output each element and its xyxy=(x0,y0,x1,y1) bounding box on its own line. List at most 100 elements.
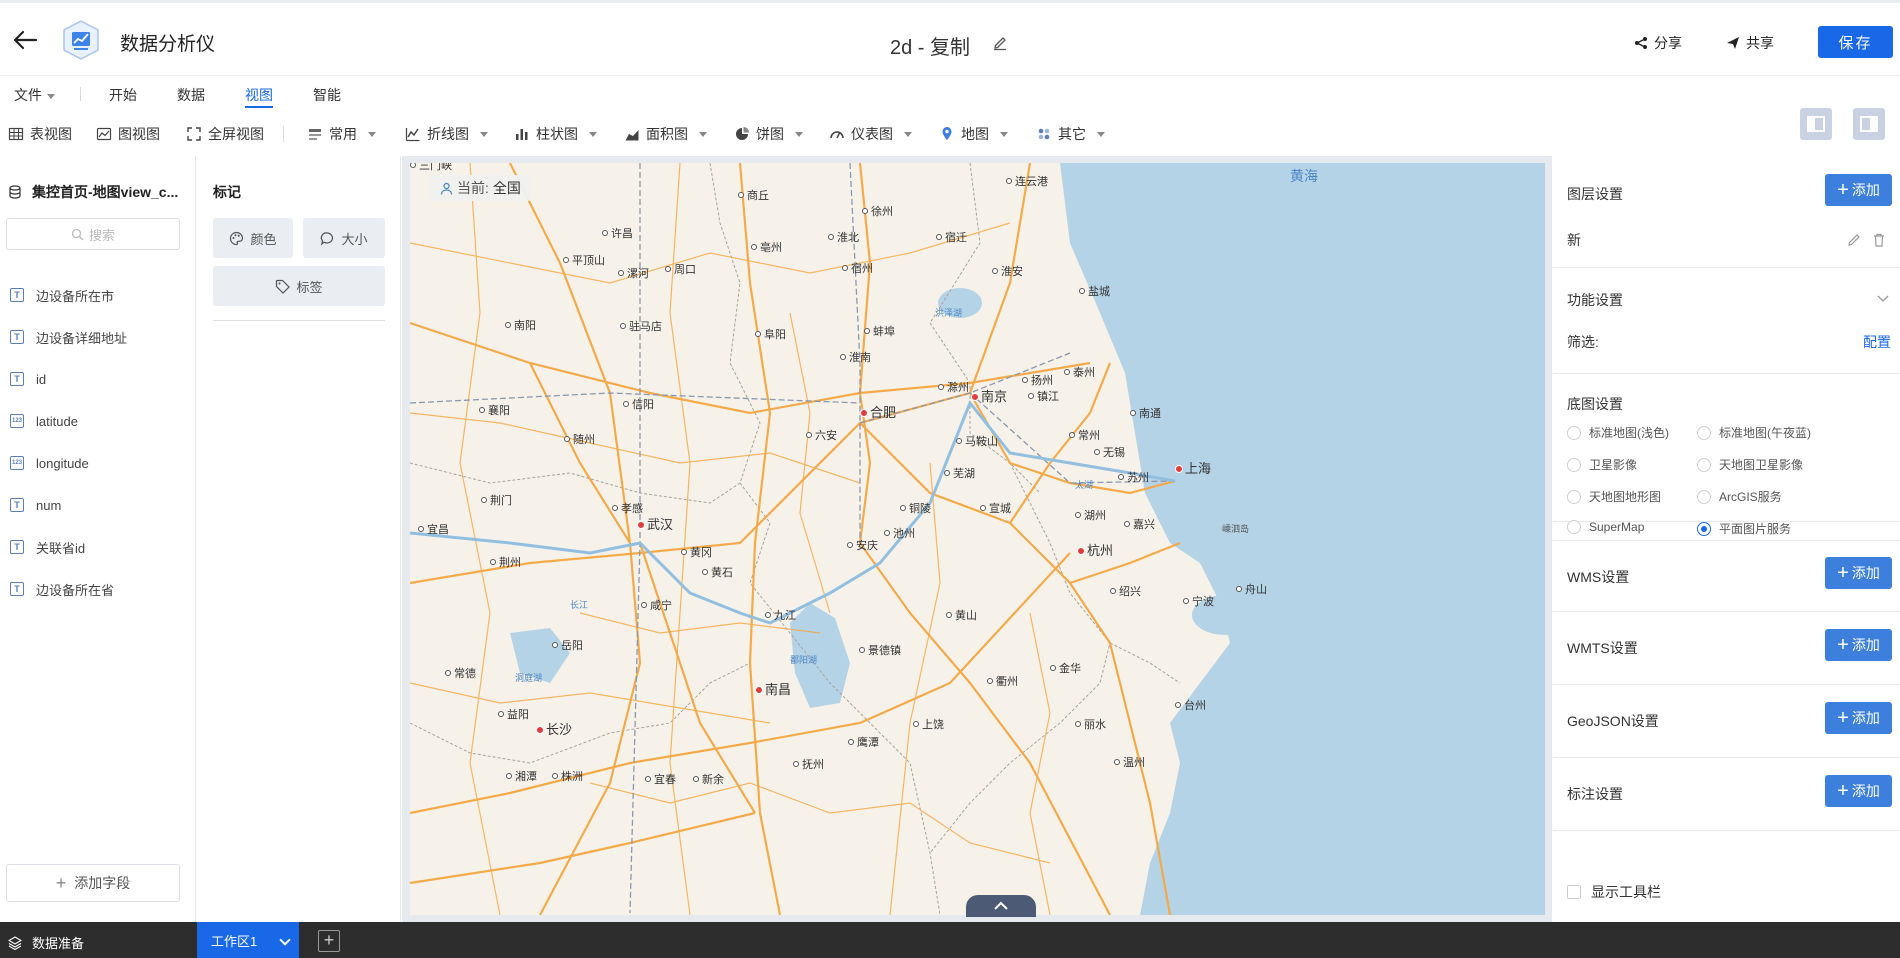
add-wmts-button[interactable]: + 添加 xyxy=(1825,629,1892,661)
add-layer-button[interactable]: + 添加 xyxy=(1825,174,1892,206)
table-icon xyxy=(8,127,24,141)
gauge-chart-label: 仪表图 xyxy=(851,126,893,142)
add-wms-label: 添加 xyxy=(1851,565,1880,581)
basemap-option[interactable]: ArcGIS服务 xyxy=(1697,488,1782,505)
radio-button-checked xyxy=(1697,521,1711,536)
basemap-option[interactable]: SuperMap xyxy=(1567,520,1644,534)
list-item[interactable]: T 边设备所在省 xyxy=(10,568,190,610)
save-button[interactable]: 保存 xyxy=(1818,26,1893,58)
plus-icon: + xyxy=(1837,562,1849,584)
city-marker xyxy=(971,393,979,401)
list-item[interactable]: T 关联省id xyxy=(10,526,190,568)
city-label: 荆州 xyxy=(499,556,521,569)
annotation-settings-title: 标注设置 xyxy=(1567,786,1623,802)
common-chart-icon xyxy=(309,129,321,140)
layout-left-panel-button[interactable] xyxy=(1800,108,1832,140)
speech-bubble-icon xyxy=(321,231,334,246)
layout-right-panel-button[interactable] xyxy=(1853,108,1885,140)
field-search-input[interactable]: 搜索 xyxy=(6,218,180,250)
lake-label-dongting: 洞庭湖 xyxy=(515,672,542,683)
data-prep-tab[interactable]: 数据准备 xyxy=(8,933,84,952)
basemap-option[interactable]: 卫星影像 xyxy=(1567,456,1637,473)
workspace-tab[interactable]: 工作区1 xyxy=(197,922,299,958)
add-workspace-button[interactable]: + xyxy=(318,930,340,952)
edit-title-icon[interactable] xyxy=(992,35,1008,51)
menu-data[interactable]: 数据 xyxy=(177,85,205,105)
list-item[interactable]: 123 latitude xyxy=(10,400,190,442)
list-item[interactable]: Tid xyxy=(10,358,190,400)
chevron-down-icon xyxy=(480,131,488,137)
city-marker xyxy=(936,234,942,240)
city-label: 滁州 xyxy=(947,380,969,394)
add-geojson-button[interactable]: + 添加 xyxy=(1825,702,1892,734)
other-charts-dropdown[interactable]: 其它 xyxy=(1036,124,1105,144)
menu-start[interactable]: 开始 xyxy=(109,85,137,105)
basemap-option[interactable]: 标准地图(午夜蓝) xyxy=(1697,424,1811,441)
pie-chart-dropdown[interactable]: 饼图 xyxy=(734,124,803,144)
add-layer-label: 添加 xyxy=(1851,182,1880,198)
basemap-option-label: SuperMap xyxy=(1589,520,1645,534)
common-charts-dropdown[interactable]: 常用 xyxy=(307,124,376,144)
map-canvas[interactable]: 三门峡 连云港 商丘 徐州 许昌 亳州 淮北 宿迁 平顶山 漯河 周口 宿州 淮安 盐城 南阳 驻马店 阜阳 蚌埠… xyxy=(410,163,1545,915)
chevron-down-icon[interactable] xyxy=(279,934,291,946)
city-marker xyxy=(645,776,651,782)
show-toolbar-checkbox[interactable]: 显示工具栏 xyxy=(1567,882,1661,902)
basemap-option[interactable]: 天地图地形图 xyxy=(1567,488,1661,505)
field-name: 边设备所在市 xyxy=(36,288,115,304)
add-field-button[interactable]: + 添加字段 xyxy=(6,864,180,902)
basemap-option[interactable]: 标准地图(浅色) xyxy=(1567,424,1669,441)
field-name: num xyxy=(36,497,62,513)
size-mark-button[interactable]: 大小 xyxy=(303,218,385,258)
city-label: 舟山 xyxy=(1245,582,1267,596)
list-item[interactable]: 123 longitude xyxy=(10,442,190,484)
menu-file[interactable]: 文件 xyxy=(14,85,55,105)
city-marker xyxy=(1006,178,1012,184)
bar-chart-dropdown[interactable]: 柱状图 xyxy=(514,124,597,144)
map-chart-dropdown[interactable]: 地图 xyxy=(939,124,1008,144)
chevron-down-icon xyxy=(368,131,376,137)
left-panel-layout-icon xyxy=(1807,116,1825,132)
gauge-chart-dropdown[interactable]: 仪表图 xyxy=(829,124,912,144)
list-item[interactable]: T 边设备详细地址 xyxy=(10,316,190,358)
user-icon xyxy=(440,182,453,195)
city-marker xyxy=(1118,474,1124,480)
dataset-title[interactable]: 集控首页-地图view_c... xyxy=(8,182,194,202)
fullscreen-view-button[interactable]: 全屏视图 xyxy=(186,124,264,144)
back-arrow-icon[interactable] xyxy=(12,29,38,51)
chart-view-button[interactable]: 图视图 xyxy=(96,124,160,144)
area-chart-icon xyxy=(625,130,639,141)
edit-layer-icon[interactable] xyxy=(1846,232,1862,248)
basemap-option-selected[interactable]: 平面图片服务 xyxy=(1697,520,1791,537)
toolbar-divider xyxy=(283,126,284,142)
text-type-icon: T xyxy=(10,540,24,554)
radio-button xyxy=(1697,489,1711,504)
city-label: 湖州 xyxy=(1084,509,1106,522)
color-mark-button[interactable]: 颜色 xyxy=(213,218,293,258)
menu-smart[interactable]: 智能 xyxy=(313,85,341,105)
layer-name[interactable]: 新 xyxy=(1567,230,1581,250)
current-region-tag[interactable]: 当前: 全国 xyxy=(430,175,531,201)
collaborate-button[interactable]: 共享 xyxy=(1726,33,1774,53)
collaborate-label: 共享 xyxy=(1746,35,1774,51)
map-pin-icon xyxy=(942,127,952,140)
chevron-down-icon xyxy=(47,93,55,99)
add-annotation-button[interactable]: + 添加 xyxy=(1825,775,1892,807)
add-wms-button[interactable]: + 添加 xyxy=(1825,557,1892,589)
list-item[interactable]: Tnum xyxy=(10,484,190,526)
area-chart-dropdown[interactable]: 面积图 xyxy=(624,124,707,144)
filter-config-link[interactable]: 配置 xyxy=(1863,332,1891,352)
list-item[interactable]: T 边设备所在市 xyxy=(10,274,190,316)
city-label: 蚌埠 xyxy=(873,324,895,338)
collapse-panel-button[interactable] xyxy=(966,895,1036,917)
table-view-button[interactable]: 表视图 xyxy=(8,124,72,144)
city-label: 许昌 xyxy=(611,227,633,240)
label-mark-button[interactable]: 标签 xyxy=(213,266,385,306)
share-button[interactable]: 分享 xyxy=(1634,33,1682,53)
city-marker xyxy=(410,163,416,168)
basemap-option[interactable]: 天地图卫星影像 xyxy=(1697,456,1803,473)
line-chart-dropdown[interactable]: 折线图 xyxy=(405,124,488,144)
delete-layer-icon[interactable] xyxy=(1871,232,1887,248)
city-label: 宿州 xyxy=(851,261,873,275)
chevron-down-icon[interactable] xyxy=(1875,290,1891,306)
menu-view[interactable]: 视图 xyxy=(245,85,273,108)
